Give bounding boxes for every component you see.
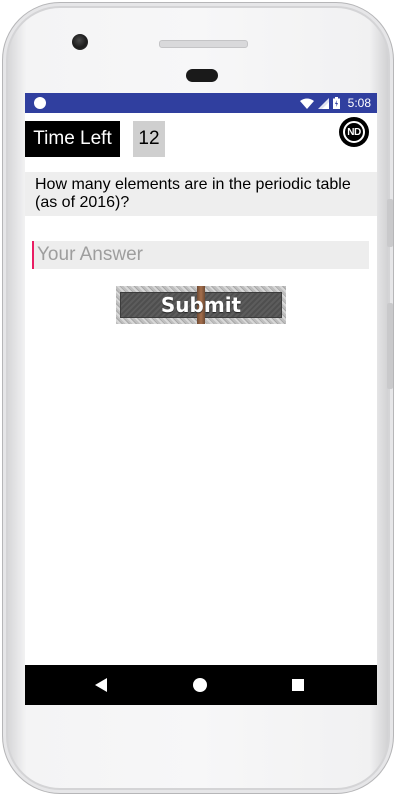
status-time: 5:08: [347, 96, 371, 110]
recents-icon[interactable]: [292, 679, 304, 691]
answer-input[interactable]: [32, 241, 369, 269]
submit-button-label: Submit: [160, 293, 242, 317]
phone-frame: 5:08 Time Left 12 ND How many elements a…: [2, 2, 394, 794]
proximity-sensor: [186, 69, 218, 82]
app-screen: 5:08 Time Left 12 ND How many elements a…: [25, 93, 377, 705]
power-button: [387, 199, 393, 247]
earpiece-speaker: [159, 40, 248, 48]
navigation-bar: [25, 665, 377, 705]
home-icon[interactable]: [193, 678, 207, 692]
time-left-value: 12: [133, 121, 165, 157]
submit-button[interactable]: Submit: [116, 286, 286, 324]
nd-logo-text: ND: [343, 121, 365, 143]
nd-logo: ND: [339, 117, 369, 147]
status-bar: 5:08: [25, 93, 377, 113]
back-icon[interactable]: [95, 678, 107, 692]
front-camera: [72, 34, 88, 50]
signal-icon: [317, 97, 329, 109]
volume-button: [387, 303, 393, 389]
time-left-label: Time Left: [25, 121, 120, 157]
wifi-icon: [299, 98, 314, 109]
notification-dot-icon: [34, 97, 46, 109]
question-text: How many elements are in the periodic ta…: [25, 172, 377, 216]
battery-icon: [332, 97, 340, 109]
